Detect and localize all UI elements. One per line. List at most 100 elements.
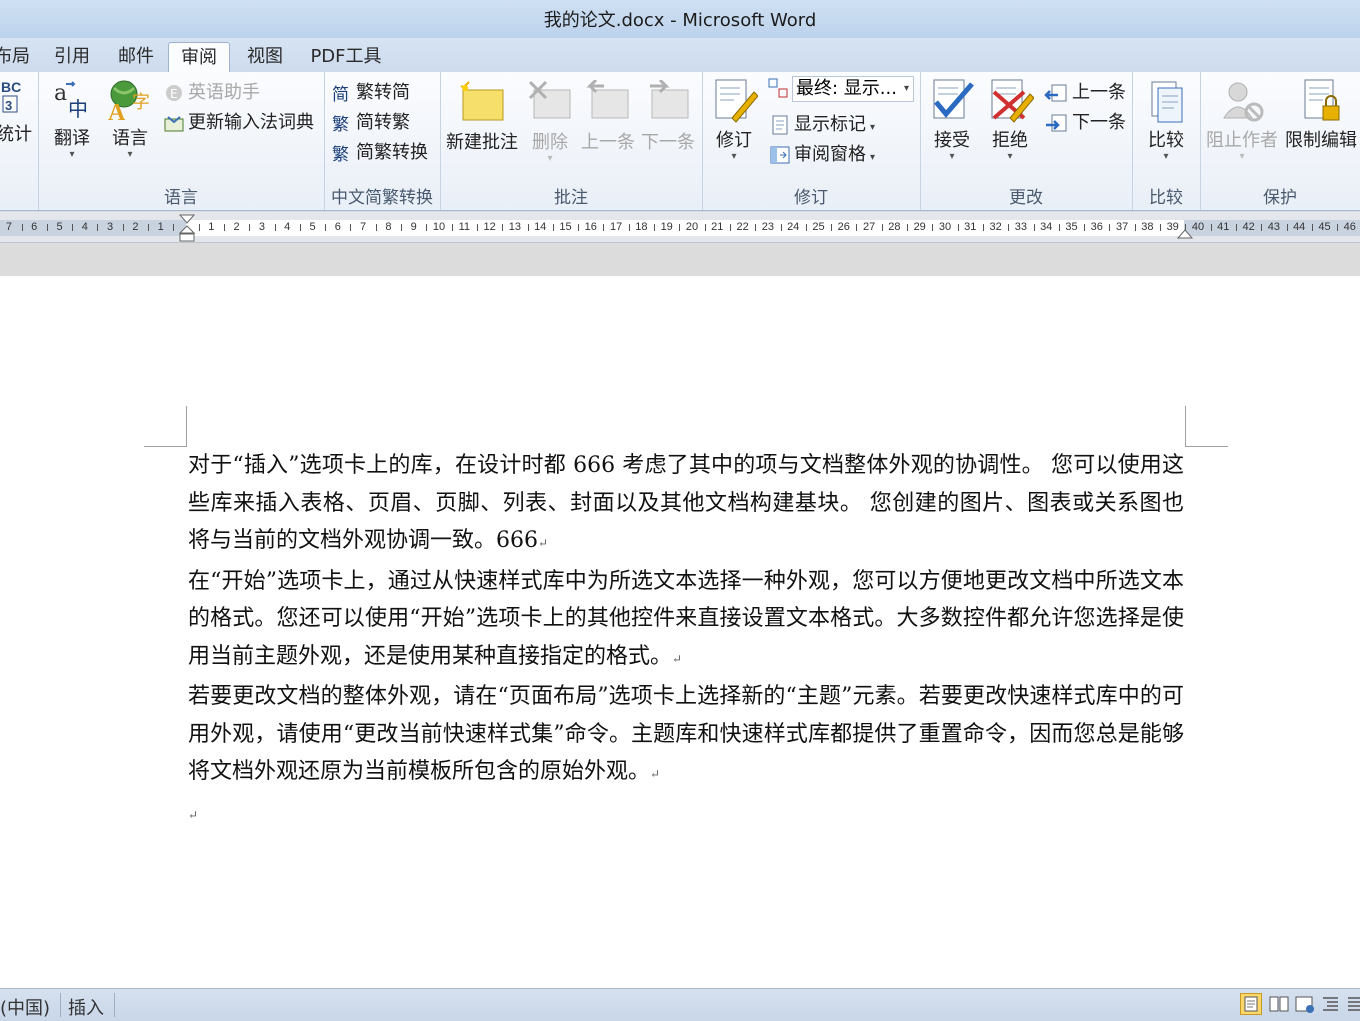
group-comments: 新建批注 删除 ▾ 上一条 下一条 批注	[440, 72, 703, 210]
track-changes-button[interactable]: 修订 ▾	[706, 78, 762, 162]
svg-text:3: 3	[5, 98, 12, 113]
ruler-tick	[831, 224, 833, 231]
ruler-tick	[21, 224, 23, 231]
traditional-to-simplified-icon: 简	[332, 85, 349, 103]
block-authors-button[interactable]: 阻止作者 ▾	[1204, 78, 1280, 162]
reject-change-button[interactable]: 拒绝 ▾	[984, 78, 1036, 162]
chinese-conversion-icon: 繁	[332, 145, 349, 163]
review-pane-button[interactable]: 审阅窗格 ▾	[770, 140, 875, 166]
reading-view-icon	[1269, 996, 1289, 1012]
ruler-tick	[1261, 224, 1263, 231]
ruler-tick	[1311, 224, 1313, 231]
ruler-number: 6	[334, 221, 341, 233]
ruler-number: 18	[635, 221, 648, 233]
margin-corner-top-left	[144, 406, 187, 447]
ruler-number: 24	[787, 221, 800, 233]
ruler-tick	[654, 224, 656, 231]
tab-mailings[interactable]: 邮件	[110, 42, 162, 72]
ruler-tick	[299, 224, 301, 231]
ruler-tick	[907, 224, 909, 231]
update-ime-dictionary-button[interactable]: 更新输入法词典	[164, 108, 314, 134]
word-count-button[interactable]: BC 3 统计	[0, 76, 34, 146]
ruler-number: 13	[508, 221, 522, 233]
ruler-number: 5	[56, 221, 63, 233]
status-insert-mode[interactable]: 插入	[68, 994, 104, 1020]
review-pane-label: 审阅窗格	[794, 144, 866, 165]
restrict-editing-label: 限制编辑	[1285, 130, 1357, 151]
new-comment-button[interactable]: 新建批注	[444, 80, 520, 154]
status-language[interactable]: (中国)	[0, 994, 50, 1020]
ruler-number: 29	[913, 221, 926, 233]
ruler-number: 23	[761, 221, 775, 233]
language-button[interactable]: A 字 语言 ▾	[104, 78, 156, 160]
ruler-tick	[729, 224, 731, 231]
previous-comment-button[interactable]: 上一条	[578, 80, 638, 154]
right-indent-marker-icon[interactable]	[1177, 226, 1193, 240]
print-layout-view-button[interactable]	[1240, 993, 1262, 1015]
group-proofing: BC 3 统计	[0, 72, 39, 210]
ruler-number: 27	[862, 221, 876, 233]
previous-change-button[interactable]: 上一条	[1044, 78, 1126, 104]
ruler-tick	[1134, 224, 1136, 231]
tab-pdf-tools[interactable]: PDF工具	[304, 42, 388, 72]
tab-view[interactable]: 视图	[240, 42, 290, 72]
reject-icon	[991, 79, 1034, 123]
web-layout-icon	[1295, 996, 1314, 1013]
translate-dropdown-icon: ▾	[69, 149, 75, 160]
ruler-tick	[1210, 224, 1212, 231]
ruler-number: 34	[1040, 221, 1053, 233]
document-page[interactable]: 对于“插入”选项卡上的库，在设计时都 666 考虑了其中的项与文档整体外观的协调…	[0, 276, 1360, 988]
ruler-number: 4	[81, 221, 88, 233]
group-changes: 接受 ▾ 拒绝 ▾ 上一条 下一条 更改	[920, 72, 1133, 210]
ruler-tick	[780, 224, 782, 231]
full-screen-reading-button[interactable]	[1268, 993, 1290, 1015]
ruler-number: 16	[584, 221, 597, 233]
tab-review[interactable]: 审阅	[168, 42, 230, 73]
paragraph-mark: ↵	[672, 651, 683, 666]
svg-text:繁: 繁	[332, 145, 349, 163]
document-body[interactable]: 对于“插入”选项卡上的库，在设计时都 666 考虑了其中的项与文档整体外观的协调…	[188, 447, 1184, 834]
ribbon-tabs: 布局 引用 邮件 审阅 视图 PDF工具	[0, 38, 1360, 73]
delete-comment-button[interactable]: 删除 ▾	[522, 80, 578, 164]
ruler-number: 4	[284, 221, 291, 233]
simplified-to-traditional-button[interactable]: 繁简转繁	[332, 108, 410, 134]
accept-change-button[interactable]: 接受 ▾	[926, 78, 978, 162]
english-assistant-button[interactable]: E 英语助手	[164, 78, 260, 104]
tab-references[interactable]: 引用	[48, 42, 96, 72]
ruler-tick	[628, 224, 630, 231]
next-comment-button[interactable]: 下一条	[638, 80, 698, 154]
compare-button[interactable]: 比较 ▾	[1138, 78, 1194, 162]
tab-layout[interactable]: 布局	[0, 42, 32, 72]
group-tracking-label: 修订	[794, 188, 828, 208]
ruler-number: 33	[1014, 221, 1028, 233]
horizontal-ruler[interactable]: 7 6 5 4 3 2 1 1 2 3 4 5 6 7 8 9 10 11 12 13 14 15 16 17 18 19 20 21…	[0, 212, 1360, 243]
show-markup-button[interactable]: 显示标记 ▾	[770, 110, 875, 136]
traditional-to-simplified-button[interactable]: 简繁转简	[332, 78, 410, 104]
word-count-icon: BC 3	[1, 79, 21, 113]
ruler-tick	[72, 224, 74, 231]
ruler-number: 15	[559, 221, 572, 233]
indent-marker-icon[interactable]	[179, 214, 195, 244]
svg-text:字: 字	[132, 92, 150, 113]
new-comment-label: 新建批注	[446, 132, 518, 153]
paragraph-text-3: 若要更改文档的整体外观，请在“页面布局”选项卡上选择新的“主题”元素。若要更改快…	[188, 684, 1184, 784]
ruler-number: 7	[360, 221, 367, 233]
ruler-number: 21	[711, 221, 724, 233]
translate-button[interactable]: a 中 翻译 ▾	[48, 78, 96, 160]
web-layout-button[interactable]	[1294, 993, 1316, 1015]
ruler-tick	[249, 224, 251, 231]
document-gap	[0, 243, 1360, 276]
show-markup-icon	[772, 115, 788, 135]
ruler-number: 7	[5, 221, 12, 233]
display-for-review-select[interactable]: 最终: 显示... ▾	[792, 76, 914, 102]
outline-view-button[interactable]	[1320, 993, 1342, 1015]
status-bar: (中国) 插入	[0, 988, 1360, 1021]
draft-view-button[interactable]	[1346, 993, 1360, 1015]
ruler-number: 22	[736, 221, 749, 233]
ruler-tick	[805, 224, 807, 231]
next-change-button[interactable]: 下一条	[1044, 108, 1126, 134]
restrict-editing-button[interactable]: 限制编辑	[1282, 78, 1360, 152]
svg-text:E: E	[170, 87, 178, 101]
ruler-number: 26	[837, 221, 850, 233]
chinese-conversion-button[interactable]: 繁简繁转换	[332, 138, 428, 164]
